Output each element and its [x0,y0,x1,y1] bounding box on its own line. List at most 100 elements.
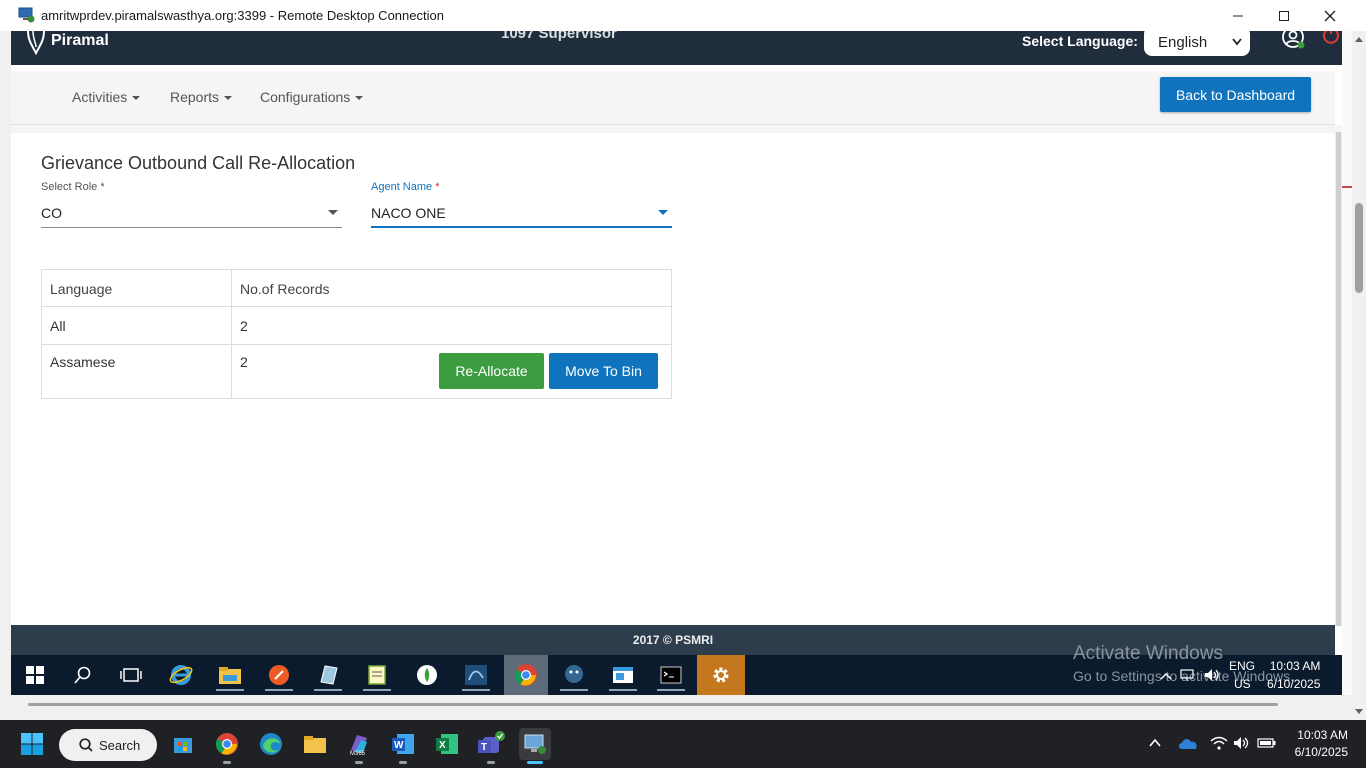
word-button[interactable]: W [387,728,419,764]
user-profile-icon[interactable] [1281,31,1305,49]
tray-chevron-up-icon[interactable] [1159,671,1173,681]
svg-text:M365: M365 [350,751,366,756]
wifi-icon[interactable] [1210,736,1228,750]
minimize-icon [1233,15,1243,16]
taskbar-search[interactable]: Search [59,729,157,761]
scroll-down-icon[interactable] [1352,707,1366,717]
onedrive-icon[interactable] [1178,736,1198,750]
language-select[interactable]: English [1144,31,1250,56]
re-allocate-button[interactable]: Re-Allocate [439,353,544,389]
volume-icon[interactable] [1233,736,1251,750]
role-select[interactable]: CO [41,201,342,228]
scroll-up-icon[interactable] [1352,35,1366,45]
remote-desktop-button[interactable] [519,728,551,764]
logo[interactable]: Piramal [25,31,109,55]
agent-select[interactable]: NACO ONE [371,201,672,228]
teams-icon: T [478,731,505,753]
rdp-horizontal-scrollbar[interactable] [0,695,1352,720]
rdp-vertical-scrollbar[interactable] [1352,31,1366,720]
postgresql-icon [565,665,583,683]
move-to-bin-button[interactable]: Move To Bin [549,353,658,389]
word-icon: W [392,734,414,754]
postman-icon [269,665,289,685]
content-scrollbar[interactable] [1335,132,1342,626]
start-button[interactable] [16,728,48,760]
network-icon[interactable] [1179,667,1195,683]
running-indicator [609,689,637,691]
running-indicator [265,689,293,691]
remote-lang-bottom: US [1234,677,1251,691]
local-clock[interactable]: 10:03 AM 6/10/2025 [1286,728,1348,759]
remote-terminal-button[interactable] [655,661,687,691]
folder-icon [304,736,326,753]
volume-icon[interactable] [1203,667,1221,683]
chrome-icon [515,664,537,686]
local-date: 6/10/2025 [1294,745,1348,759]
task-view-icon [120,668,142,682]
battery-icon[interactable] [1257,738,1277,748]
dropdown-arrow-icon [658,210,668,215]
remote-start-button[interactable] [19,661,51,689]
notepad-icon [368,665,386,685]
remote-viewport: Piramal 1097 Supervisor Select Language:… [11,31,1342,695]
logout-icon[interactable] [1321,31,1341,45]
rdp-horizontal-scroll-thumb[interactable] [28,703,1278,706]
table-header-row: Language No.of Records [41,269,672,307]
remote-app-button[interactable] [312,661,344,691]
teams-button[interactable]: T [475,728,507,764]
remote-search-button[interactable] [67,661,99,689]
remote-task-view-button[interactable] [115,661,147,689]
app-header: Piramal 1097 Supervisor Select Language:… [11,31,1342,65]
store-button[interactable] [167,728,199,760]
m365-button[interactable]: M365 [343,728,375,764]
rdp-window-title: amritwprdev.piramalswasthya.org:3399 - R… [41,8,444,23]
database-tool-icon [465,665,487,685]
remote-settings-button[interactable] [697,655,745,695]
remote-sql-button[interactable] [460,661,492,691]
content-scroll-thumb[interactable] [1336,132,1341,626]
nav-configurations[interactable]: Configurations [260,89,364,105]
nav-reports-label: Reports [170,89,220,105]
remote-ie-button[interactable] [165,661,197,689]
maximize-button[interactable] [1261,0,1307,31]
remote-notepad-button[interactable] [361,661,393,691]
rdp-vertical-scroll-thumb[interactable] [1355,203,1363,293]
chrome-button[interactable] [211,728,243,764]
terminal-icon [660,666,682,684]
agent-select-value: NACO ONE [371,205,446,221]
edge-button[interactable] [255,728,287,760]
remote-date: 6/10/2025 [1267,677,1321,691]
excel-button[interactable]: X [431,728,463,760]
running-indicator [399,761,407,764]
windows-logo-icon [21,733,43,755]
minimize-button[interactable] [1215,0,1261,31]
local-taskbar: M365 W X T 10:03 AM 6/10/2025 [0,720,1366,768]
tray-chevron-up-icon[interactable] [1148,737,1162,749]
back-to-dashboard-button[interactable]: Back to Dashboard [1160,77,1311,112]
remote-clock[interactable]: 10:03 AM 6/10/2025 [1267,659,1320,691]
remote-mongodb-button[interactable] [411,661,443,689]
chevron-down-icon [1232,38,1242,46]
folder-icon [219,667,241,684]
cell-language: All [41,306,232,345]
remote-chrome-button[interactable] [504,655,548,695]
remote-desktop-icon [524,734,546,754]
nav-configurations-label: Configurations [260,89,351,105]
remote-file-explorer-button[interactable] [214,661,246,691]
remote-lang-top: ENG [1229,659,1256,673]
close-button[interactable] [1307,0,1353,31]
nav-activities[interactable]: Activities [72,89,141,105]
nav-reports[interactable]: Reports [170,89,233,105]
remote-postgres-button[interactable] [558,661,590,691]
remote-window-app-button[interactable] [607,661,639,691]
remote-language-indicator[interactable]: ENG US [1229,659,1255,691]
remote-time: 10:03 AM [1269,659,1321,673]
remote-desktop-icon [18,7,35,23]
activate-windows-title: Activate Windows [1073,643,1223,664]
file-explorer-button[interactable] [299,728,331,760]
chrome-icon [216,733,238,755]
running-indicator [223,761,231,764]
running-indicator [355,761,363,764]
running-indicator [314,689,342,691]
remote-app-orange-button[interactable] [263,661,295,691]
